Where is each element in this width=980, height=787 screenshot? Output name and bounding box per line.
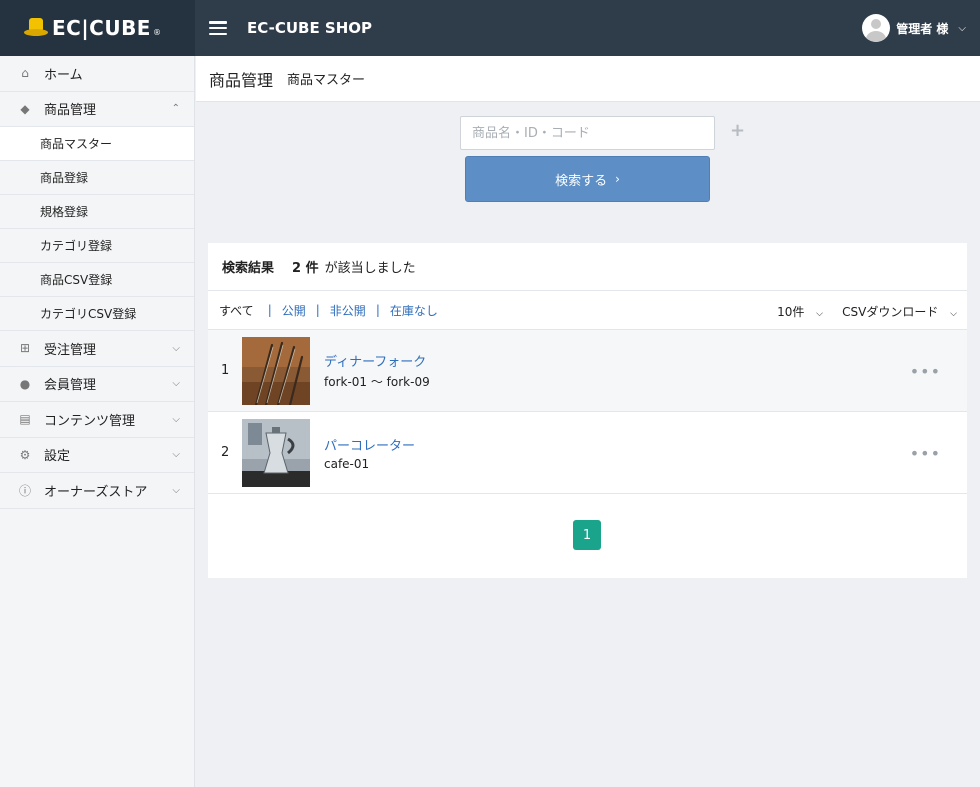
sidebar-item-label: 設定 — [44, 449, 71, 465]
chevron-down-icon: ⌵ — [172, 449, 180, 461]
sidebar-subitem-product-master[interactable]: 商品マスター — [0, 127, 194, 161]
sidebar-item-owners-store[interactable]: ⓘ オーナーズストア ⌵ — [0, 473, 194, 509]
sidebar-subitem-product-csv[interactable]: 商品CSV登録 — [0, 263, 194, 297]
filter-separator: | — [315, 303, 320, 317]
sidebar-item-members[interactable]: ● 会員管理 ⌵ — [0, 367, 194, 402]
filter-out-of-stock[interactable]: 在庫なし — [390, 302, 438, 319]
more-options-icon[interactable]: ••• — [910, 362, 941, 381]
row-number: 2 — [221, 445, 230, 460]
product-code: cafe-01 — [324, 456, 370, 471]
results-suffix: が該当しました — [324, 261, 416, 276]
sidebar-item-label: コンテンツ管理 — [44, 413, 136, 429]
info-icon: ⓘ — [18, 483, 31, 498]
sidebar-subitem-category-register[interactable]: カテゴリ登録 — [0, 229, 194, 263]
chevron-right-icon: › — [615, 172, 620, 186]
sidebar-item-label: 会員管理 — [44, 378, 97, 394]
tag-icon: ◆ — [20, 101, 30, 116]
sidebar-item-home[interactable]: ⌂ ホーム — [0, 56, 194, 92]
chevron-down-icon: ⌵ — [172, 484, 180, 496]
filter-all[interactable]: すべて — [219, 302, 254, 319]
search-button-label: 検索する — [555, 173, 608, 189]
filter-public[interactable]: 公開 — [282, 302, 306, 319]
chevron-up-icon: ⌃ — [171, 103, 180, 115]
search-input[interactable] — [460, 116, 715, 150]
sidebar-subitem-product-register[interactable]: 商品登録 — [0, 161, 194, 195]
sidebar-item-label: 受注管理 — [44, 342, 97, 358]
shop-name[interactable]: EC-CUBE SHOP — [247, 19, 372, 37]
chevron-down-icon: ⌵ — [172, 378, 180, 390]
page-subtitle: 商品マスター — [287, 73, 366, 88]
filter-private[interactable]: 非公開 — [330, 302, 366, 319]
top-bar: EC|CUBE ® EC-CUBE SHOP 管理者 様 ⌵ — [0, 0, 980, 56]
product-name-link[interactable]: ディナーフォーク — [324, 351, 430, 370]
product-info: ディナーフォーク fork-01 ～ fork-09 — [324, 351, 430, 390]
more-options-icon[interactable]: ••• — [910, 444, 941, 463]
table-row: 1 ディナーフォーク fork-01 ～ fork-09 ••• — [208, 330, 967, 412]
filter-separator: | — [267, 303, 272, 317]
sidebar: ⌂ ホーム ◆ 商品管理 ⌃ 商品マスター 商品登録 規格登録 カテゴリ登録 商… — [0, 56, 195, 787]
sidebar-item-label: オーナーズストア — [44, 484, 148, 500]
menu-toggle-icon[interactable] — [209, 21, 227, 35]
chevron-down-icon: ⌵ — [950, 309, 957, 319]
results-label: 検索結果 — [222, 261, 275, 276]
product-thumbnail[interactable] — [242, 336, 310, 405]
chevron-down-icon: ⌵ — [958, 22, 966, 34]
avatar — [862, 14, 891, 42]
per-page-value: 10件 — [777, 305, 805, 319]
chevron-down-icon: ⌵ — [816, 309, 823, 319]
chevron-down-icon: ⌵ — [172, 413, 180, 425]
table-row: 2 パーコレーター cafe-01 ••• — [208, 412, 967, 494]
pagination-page-button[interactable]: 1 — [573, 520, 601, 550]
users-icon: ● — [19, 376, 31, 391]
results-card: 検索結果 2 件 が該当しました すべて | 公開 | 非公開 | 在庫なし 1… — [208, 243, 967, 578]
filter-row: すべて | 公開 | 非公開 | 在庫なし 10件 ⌵ CSVダウンロード ⌵ — [208, 291, 967, 330]
sidebar-subitem-category-csv[interactable]: カテゴリCSV登録 — [0, 297, 194, 331]
logo[interactable]: EC|CUBE ® — [0, 0, 195, 56]
sidebar-item-contents[interactable]: ▤ コンテンツ管理 ⌵ — [0, 402, 194, 438]
logo-registered-mark: ® — [152, 27, 161, 37]
results-header: 検索結果 2 件 が該当しました — [208, 243, 967, 291]
user-menu[interactable]: 管理者 様 ⌵ — [862, 14, 966, 42]
gear-icon: ⚙ — [19, 447, 31, 462]
per-page-select[interactable]: 10件 ⌵ — [777, 303, 823, 320]
plus-icon[interactable]: + — [730, 120, 745, 141]
logo-badge-icon — [24, 18, 48, 38]
sidebar-subitem-class-register[interactable]: 規格登録 — [0, 195, 194, 229]
product-info: パーコレーター cafe-01 — [324, 435, 415, 471]
row-number: 1 — [221, 363, 230, 378]
csv-download-dropdown[interactable]: CSVダウンロード ⌵ — [842, 303, 957, 320]
sidebar-item-label: 商品管理 — [44, 103, 97, 119]
home-icon: ⌂ — [21, 66, 29, 81]
sidebar-item-products[interactable]: ◆ 商品管理 ⌃ — [0, 92, 194, 127]
sidebar-item-orders[interactable]: ⊞ 受注管理 ⌵ — [0, 331, 194, 367]
user-name: 管理者 様 — [896, 21, 949, 36]
cart-icon: ⊞ — [19, 341, 31, 356]
logo-text: EC|CUBE — [52, 16, 151, 40]
page-title: 商品管理 — [209, 70, 274, 90]
document-icon: ▤ — [19, 412, 31, 427]
search-button[interactable]: 検索する › — [465, 156, 710, 202]
sidebar-item-settings[interactable]: ⚙ 設定 ⌵ — [0, 438, 194, 473]
filter-separator: | — [375, 303, 380, 317]
results-count: 2 件 — [292, 261, 319, 276]
sidebar-item-label: ホーム — [44, 67, 83, 83]
product-name-link[interactable]: パーコレーター — [324, 435, 415, 454]
chevron-down-icon: ⌵ — [172, 342, 180, 354]
product-code: fork-01 ～ fork-09 — [324, 375, 430, 389]
page-header: 商品管理 商品マスター — [196, 56, 980, 102]
product-thumbnail[interactable] — [242, 418, 310, 487]
csv-download-label: CSVダウンロード — [842, 305, 939, 319]
